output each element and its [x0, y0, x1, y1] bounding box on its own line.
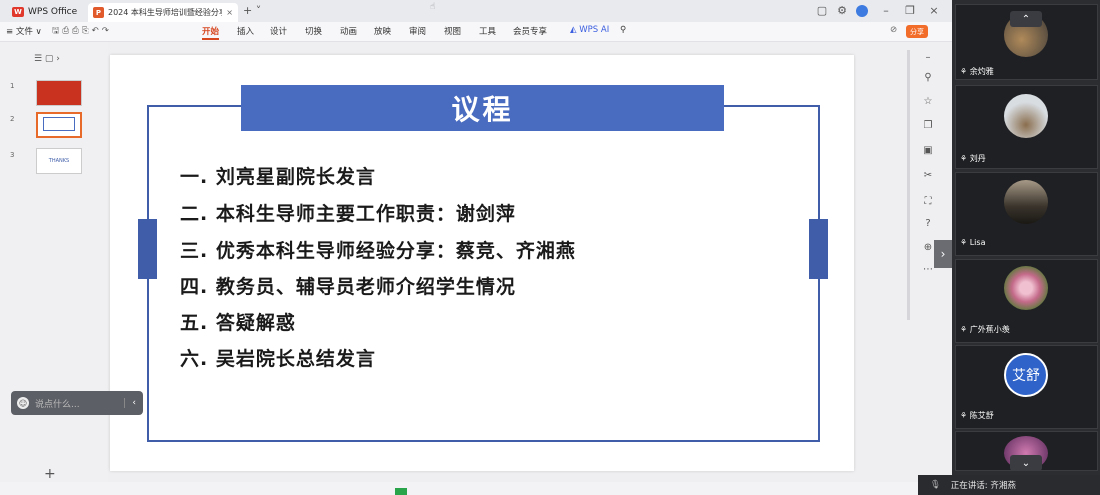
- participant-name: ⚘ 余灼雅: [960, 66, 994, 77]
- speaking-indicator: 🎙 正在讲话: 齐湘燕: [918, 475, 1100, 495]
- menu-wps-ai[interactable]: ◭ WPS AI: [570, 25, 609, 35]
- app-icon[interactable]: [395, 488, 407, 495]
- expand-panel-icon[interactable]: ›: [934, 240, 952, 268]
- speaking-label: 正在讲话: 齐湘燕: [950, 481, 1016, 491]
- collapse-chat-icon[interactable]: ‹: [124, 398, 143, 408]
- gift-icon[interactable]: ⊕: [922, 242, 934, 253]
- frame-icon[interactable]: ⛶: [922, 196, 934, 207]
- star-icon[interactable]: ☆: [922, 96, 934, 107]
- scrollbar[interactable]: [907, 50, 910, 320]
- quick-access-icons[interactable]: 🖫⎙⎙⎘↶↷: [52, 25, 112, 39]
- menu-home[interactable]: 开始: [202, 25, 220, 40]
- sync-icon[interactable]: ⊘: [890, 25, 897, 35]
- document-tab-title: 2024 本科生导师培训暨经验分享: [108, 8, 223, 17]
- menu-member[interactable]: 会员专享: [513, 25, 547, 37]
- app-name: WPS Office: [28, 7, 78, 17]
- taskbar: [0, 482, 918, 495]
- document-tab[interactable]: P 2024 本科生导师培训暨经验分享 ×: [88, 3, 238, 22]
- copy-icon[interactable]: ❐: [922, 120, 934, 131]
- emoji-icon[interactable]: ☺: [17, 397, 29, 409]
- thumb-number: 1: [10, 82, 15, 90]
- wps-logo-icon: W: [12, 7, 24, 17]
- menu-insert[interactable]: 插入: [237, 25, 254, 37]
- menu-design[interactable]: 设计: [270, 25, 287, 37]
- menu-slideshow[interactable]: 放映: [374, 25, 391, 37]
- chat-input[interactable]: ☺ 说点什么... ‹: [11, 391, 143, 415]
- scroll-down-icon[interactable]: ⌄: [1010, 455, 1042, 471]
- participant-name-text: 陈艾舒: [969, 411, 994, 420]
- avatar: [1004, 266, 1048, 310]
- presentation-icon: P: [93, 7, 104, 18]
- menu-review[interactable]: 审阅: [409, 25, 426, 37]
- search-icon[interactable]: ⚲: [620, 25, 626, 35]
- participant-name: ⚘ 刘丹: [960, 153, 986, 164]
- mic-icon: ⚘: [960, 67, 970, 76]
- slide-thumb-2[interactable]: [36, 112, 82, 138]
- user-avatar[interactable]: [856, 5, 868, 17]
- participant-name: ⚘ 广外蕉小羡: [960, 324, 1010, 335]
- menu-tools[interactable]: 工具: [479, 25, 496, 37]
- thumb-3-text: THANKS: [48, 158, 70, 164]
- settings-icon[interactable]: ⚙: [834, 4, 850, 17]
- agenda-item: 五. 答疑解惑: [180, 312, 296, 334]
- avatar-text: 艾舒: [1012, 368, 1040, 384]
- chat-placeholder: 说点什么...: [35, 399, 80, 410]
- menu-animation[interactable]: 动画: [340, 25, 357, 37]
- participant-name-text: 广外蕉小羡: [969, 325, 1010, 334]
- left-accent-bar: [138, 219, 157, 279]
- agenda-item: 六. 吴岩院长总结发言: [180, 348, 376, 370]
- window-layout-icon[interactable]: ▢: [814, 4, 830, 17]
- mic-icon: ⚘: [960, 325, 970, 334]
- close-tab-icon[interactable]: ×: [226, 8, 233, 17]
- menu-bar: [0, 22, 952, 42]
- agenda-item: 二. 本科生导师主要工作职责：谢剑萍: [180, 203, 516, 225]
- slide-thumb-3[interactable]: THANKS: [36, 148, 82, 174]
- participant-name: ⚘ Lisa: [960, 238, 985, 247]
- file-menu[interactable]: ≡ 文件 ∨: [6, 25, 42, 37]
- participant-name-text: 刘丹: [969, 154, 986, 163]
- share-label: 分享: [910, 27, 924, 36]
- avatar: [1004, 94, 1048, 138]
- mic-icon: 🎙: [930, 480, 941, 490]
- help-icon[interactable]: ?: [922, 218, 934, 229]
- view-toggle-icons[interactable]: ☰ ▢ ›: [34, 54, 60, 64]
- participant-name-text: 余灼雅: [969, 67, 994, 76]
- slide-title: 议程: [241, 85, 724, 131]
- new-tab-icon[interactable]: + ˅: [243, 4, 261, 17]
- tools-icon[interactable]: ✂: [922, 170, 934, 181]
- agenda-item: 三. 优秀本科生导师经验分享：蔡竞、齐湘燕: [180, 240, 576, 262]
- wps-ai-icon: ◭: [570, 25, 580, 35]
- image-icon[interactable]: ▣: [922, 145, 934, 156]
- wps-home-tab[interactable]: W WPS Office: [12, 4, 77, 20]
- avatar: [1004, 180, 1048, 224]
- participant-name-text: Lisa: [969, 238, 986, 247]
- adjust-icon[interactable]: ⚲: [922, 72, 934, 83]
- agenda-item: 四. 教务员、辅导员老师介绍学生情况: [180, 276, 516, 298]
- add-slide-icon[interactable]: +: [44, 466, 56, 482]
- minimize-icon[interactable]: –: [878, 4, 894, 17]
- thumb-number: 2: [10, 115, 15, 123]
- menu-transition[interactable]: 切换: [305, 25, 322, 37]
- mic-icon: ⚘: [960, 411, 970, 420]
- right-accent-bar: [809, 219, 828, 279]
- wps-ai-label: WPS AI: [579, 25, 610, 35]
- agenda-item: 一. 刘亮星副院长发言: [180, 166, 376, 188]
- restore-icon[interactable]: ❐: [902, 4, 918, 17]
- avatar: 艾舒: [1004, 353, 1048, 397]
- close-window-icon[interactable]: ×: [926, 4, 942, 17]
- menu-view[interactable]: 视图: [444, 25, 461, 37]
- mic-icon: ⚘: [960, 154, 970, 163]
- mic-icon: ⚘: [960, 238, 970, 247]
- more-icon[interactable]: ⋯: [922, 264, 934, 275]
- thumbnail-pane: [0, 42, 108, 482]
- slide-thumb-1[interactable]: [36, 80, 82, 106]
- cursor-icon: ☝: [430, 2, 436, 12]
- collapse-icon[interactable]: –: [922, 52, 934, 63]
- thumb-number: 3: [10, 151, 15, 159]
- participant-name: ⚘ 陈艾舒: [960, 410, 994, 421]
- scroll-up-icon[interactable]: ⌃: [1010, 11, 1042, 27]
- share-button[interactable]: 分享: [906, 25, 928, 38]
